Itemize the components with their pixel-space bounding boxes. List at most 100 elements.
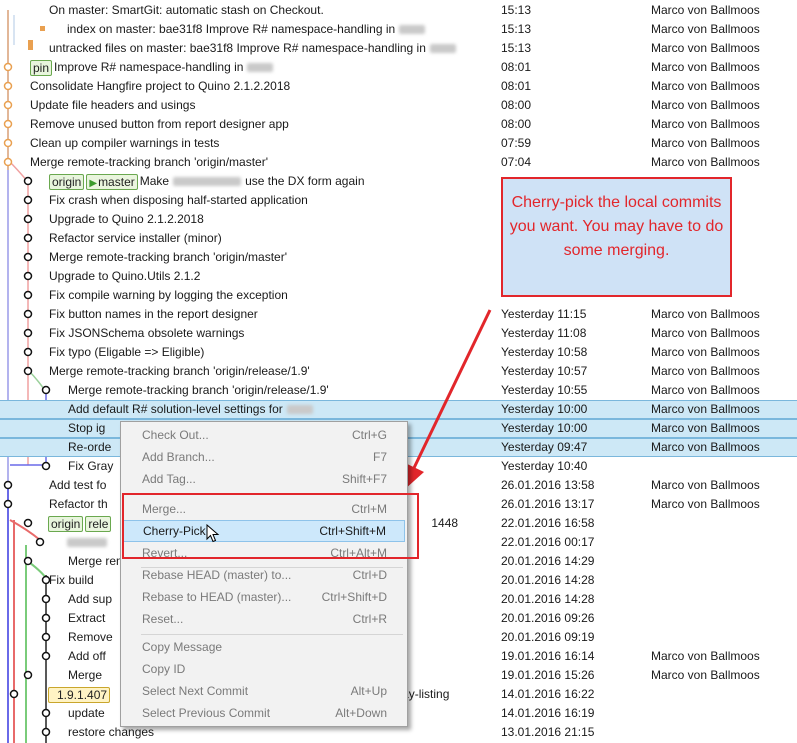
message-text: Consolidate Hangfire project to Quino 2.… — [30, 79, 291, 93]
commit-author: Marco von Ballmoos — [651, 497, 760, 511]
menu-add-tag[interactable]: Add Tag... Shift+F7 — [123, 468, 405, 490]
message-text: Merge remote-tracking branch 'origin/mas… — [30, 155, 269, 169]
commit-date: 22.01.2016 16:58 — [501, 516, 595, 530]
message-text: Stop ig — [68, 421, 106, 435]
message-text: Upgrade to Quino 2.1.2.2018 — [49, 212, 204, 226]
message-text: Remove — [68, 630, 113, 644]
commit-date: Yesterday 11:08 — [501, 326, 587, 340]
commit-row[interactable]: Remove unused button from report designe… — [0, 115, 797, 134]
commit-row[interactable]: Consolidate Hangfire project to Quino 2.… — [0, 77, 797, 96]
commit-row[interactable]: Clean up compiler warnings in tests 07:59… — [0, 134, 797, 153]
message-text: ay-listing — [402, 687, 450, 701]
commit-row[interactable]: Update file headers and usings 08:00 Marco… — [0, 96, 797, 115]
commit-row[interactable]: untracked files on master: bae31f8 Impro… — [0, 39, 797, 58]
commit-date: 26.01.2016 13:17 — [501, 497, 595, 511]
message-text: Add off — [68, 649, 106, 663]
commit-date: 13.01.2016 21:15 — [501, 725, 595, 739]
commit-message: Merge remote-tracking branch 'origin/rel… — [49, 362, 495, 381]
menu-rebase-to[interactable]: Rebase HEAD (master) to... Ctrl+D — [123, 564, 405, 586]
message-text: Fix compile warning by logging the excep… — [49, 288, 288, 302]
message-text: Improve R# namespace-handling in — [54, 60, 244, 74]
menu-add-branch[interactable]: Add Branch... F7 — [123, 446, 405, 468]
commit-message: Upgrade to Quino.Utils 2.1.2 — [49, 267, 495, 286]
message-text: Clean up compiler warnings in tests — [30, 136, 220, 150]
annotation-callout: Cherry-pick the local commits you want. … — [501, 177, 732, 297]
tag-label: 1.9.1.407 — [48, 686, 111, 703]
commit-author: Marco von Ballmoos — [651, 98, 760, 112]
commit-author: Marco von Ballmoos — [651, 345, 760, 359]
head-arrow-icon: ▶ — [89, 177, 98, 189]
message-text: Add default R# solution-level settings f… — [68, 402, 283, 416]
context-menu: Check Out... Ctrl+G Add Branch... F7 Add T… — [120, 421, 408, 727]
branch-label: pin — [30, 59, 53, 76]
commit-date: 20.01.2016 14:28 — [501, 573, 595, 587]
commit-date: 07:59 — [501, 136, 532, 150]
commit-date: Yesterday 10:40 — [501, 459, 588, 473]
commit-date: 19.01.2016 15:26 — [501, 668, 595, 682]
commit-row[interactable]: pin Improve R# namespace-handling in 08:01… — [0, 58, 797, 77]
menu-copy-message[interactable]: Copy Message — [123, 636, 405, 658]
commit-row[interactable]: Merge remote-tracking branch 'origin/rel… — [0, 381, 797, 400]
commit-date: 20.01.2016 14:28 — [501, 592, 595, 606]
commit-message: origin ▶master Make use the DX form again — [49, 172, 495, 191]
menu-copy-id[interactable]: Copy ID — [123, 658, 405, 680]
message-text: Merge — [68, 668, 103, 682]
message-text: Refactor service installer (minor) — [49, 231, 222, 245]
commit-message: Merge remote-tracking branch 'origin/mas… — [30, 153, 495, 172]
commit-date: 07:04 — [501, 155, 532, 169]
message-text: Refactor th — [49, 497, 108, 511]
commit-author: Marco von Ballmoos — [651, 60, 760, 74]
commit-date: 08:00 — [501, 117, 532, 131]
commit-message: Clean up compiler warnings in tests — [30, 134, 495, 153]
commit-row[interactable]: Merge remote-tracking branch 'origin/mas… — [0, 153, 797, 172]
menu-check-out[interactable]: Check Out... Ctrl+G — [123, 424, 405, 446]
commit-date: Yesterday 10:00 — [501, 421, 588, 435]
commit-date: 26.01.2016 13:58 — [501, 478, 595, 492]
branch-label: origin — [48, 515, 84, 532]
message-text: Add test fo — [49, 478, 107, 492]
commit-message: Fix compile warning by logging the excep… — [49, 286, 495, 305]
commit-date: Yesterday 09:47 — [501, 440, 588, 454]
commit-author: Marco von Ballmoos — [651, 326, 760, 340]
message-text: 1448 — [431, 516, 459, 530]
commit-date: 20.01.2016 14:29 — [501, 554, 595, 568]
message-text: Upgrade to Quino.Utils 2.1.2 — [49, 269, 201, 283]
commit-date: 14.01.2016 16:19 — [501, 706, 595, 720]
menu-select-next[interactable]: Select Next Commit Alt+Up — [123, 680, 405, 702]
commit-row[interactable]: Merge remote-tracking branch 'origin/rel… — [0, 362, 797, 381]
commit-author: Marco von Ballmoos — [651, 440, 760, 454]
commit-date: 15:13 — [501, 22, 532, 36]
commit-row[interactable]: Fix button names in the report designer Y… — [0, 305, 797, 324]
commit-message: Update file headers and usings — [30, 96, 495, 115]
commit-row[interactable]: Fix JSONSchema obsolete warnings Yesterda… — [0, 324, 797, 343]
commit-message: untracked files on master: bae31f8 Impro… — [49, 39, 495, 58]
menu-reset[interactable]: Reset... Ctrl+R — [123, 608, 405, 630]
commit-row[interactable]: Add default R# solution-level settings f… — [0, 400, 797, 419]
commit-date: Yesterday 11:15 — [501, 307, 587, 321]
commit-date: 08:01 — [501, 79, 532, 93]
commit-author: Marco von Ballmoos — [651, 668, 760, 682]
commit-row[interactable]: index on master: bae31f8 Improve R# name… — [0, 20, 797, 39]
commit-date: 08:01 — [501, 60, 532, 74]
message-text: update — [68, 706, 105, 720]
commit-message: Refactor service installer (minor) — [49, 229, 495, 248]
menu-rebase-onto[interactable]: Rebase to HEAD (master)... Ctrl+Shift+D — [123, 586, 405, 608]
commit-author: Marco von Ballmoos — [651, 117, 760, 131]
message-text: untracked files on master: bae31f8 Impro… — [49, 41, 426, 55]
commit-row[interactable]: Fix typo (Eligable => Eligible) Yesterday… — [0, 343, 797, 362]
commit-date: 15:13 — [501, 41, 532, 55]
redacted-text — [173, 177, 242, 187]
message-text: Re-orde — [68, 440, 112, 454]
branch-label: origin — [49, 173, 85, 190]
commit-author: Marco von Ballmoos — [651, 478, 760, 492]
commit-date: Yesterday 10:00 — [501, 402, 588, 416]
commit-row[interactable]: On master: SmartGit: automatic stash on … — [0, 1, 797, 20]
menu-select-previous[interactable]: Select Previous Commit Alt+Down — [123, 702, 405, 724]
commit-message: Consolidate Hangfire project to Quino 2.… — [30, 77, 495, 96]
message-text: use the DX form again — [245, 174, 365, 188]
commit-date: 20.01.2016 09:19 — [501, 630, 595, 644]
commit-author: Marco von Ballmoos — [651, 3, 760, 17]
menu-separator — [141, 634, 403, 635]
message-text: Add sup — [68, 592, 113, 606]
commit-message: index on master: bae31f8 Improve R# name… — [67, 20, 495, 39]
